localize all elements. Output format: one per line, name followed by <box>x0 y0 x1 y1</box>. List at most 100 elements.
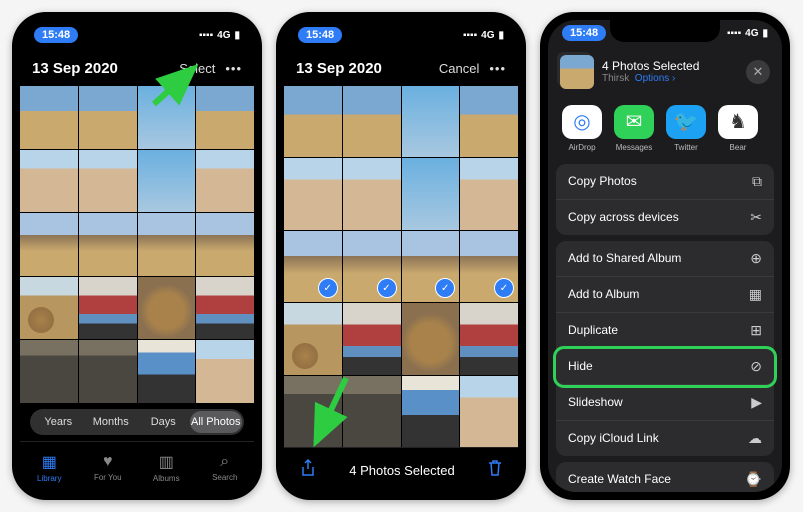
action-label: Add to Shared Album <box>568 251 681 265</box>
action-label: Copy Photos <box>568 174 637 188</box>
segment-days[interactable]: Days <box>137 411 190 433</box>
action-slideshow[interactable]: Slideshow▶ <box>556 385 774 421</box>
network-label: 4G <box>217 30 230 41</box>
photo-thumbnail[interactable] <box>343 158 401 229</box>
photo-thumbnail[interactable] <box>196 277 254 340</box>
photo-thumbnail[interactable] <box>284 158 342 229</box>
photo-thumbnail[interactable] <box>20 213 78 276</box>
segment-years[interactable]: Years <box>32 411 85 433</box>
photo-thumbnail[interactable] <box>20 340 78 403</box>
tab-search[interactable]: ⌕Search <box>196 442 255 492</box>
photo-thumbnail[interactable] <box>79 213 137 276</box>
photo-thumbnail[interactable] <box>196 340 254 403</box>
copy-icon: ⧉ <box>752 173 762 190</box>
photo-thumbnail[interactable] <box>196 213 254 276</box>
share-sheet-header: 4 Photos Selected Thirsk Options › ✕ <box>548 47 782 97</box>
action-group: Copy Photos ⧉ Copy across devices✂ <box>556 164 774 235</box>
tab-albums[interactable]: ▥Albums <box>137 442 196 492</box>
action-label: Slideshow <box>568 395 623 409</box>
photo-thumbnail[interactable] <box>138 340 196 403</box>
photo-thumbnail[interactable] <box>343 303 401 374</box>
share-app-airdrop[interactable]: ◎AirDrop <box>560 105 604 152</box>
action-hide[interactable]: Hide⊘ <box>556 349 774 385</box>
share-apps-row[interactable]: ◎AirDrop ✉Messages 🐦 Twitter ♞Bear <box>548 97 782 164</box>
photo-thumbnail[interactable] <box>343 86 401 157</box>
action-label: Copy across devices <box>568 210 679 224</box>
photo-thumbnail[interactable] <box>402 303 460 374</box>
app-label: Messages <box>616 143 652 152</box>
battery-icon: ▮ <box>762 28 768 39</box>
photo-thumbnail[interactable]: ✓ <box>402 231 460 302</box>
phone-frame-2: 15:48 ▪▪▪▪ 4G ▮ 13 Sep 2020 Cancel ••• ✓… <box>276 12 526 500</box>
tab-for-you[interactable]: ♥For You <box>79 442 138 492</box>
trash-button[interactable] <box>488 460 502 481</box>
tab-library[interactable]: ▦Library <box>20 442 79 492</box>
tab-bar: ▦Library ♥For You ▥Albums ⌕Search <box>20 441 254 492</box>
photo-thumbnail[interactable] <box>138 277 196 340</box>
photo-thumbnail[interactable] <box>79 86 137 149</box>
cancel-button[interactable]: Cancel <box>439 61 479 76</box>
action-duplicate[interactable]: Duplicate⊞ <box>556 313 774 349</box>
photo-thumbnail[interactable] <box>20 150 78 213</box>
albums-icon: ▥ <box>159 452 174 472</box>
selection-check-icon: ✓ <box>494 278 514 298</box>
photo-thumbnail[interactable] <box>284 303 342 374</box>
photo-thumbnail[interactable] <box>79 277 137 340</box>
action-copy-icloud-link[interactable]: Copy iCloud Link☁ <box>556 421 774 456</box>
status-right: ▪▪▪▪ 4G ▮ <box>727 28 768 39</box>
tab-label: Library <box>37 474 61 483</box>
chevron-right-icon: › <box>672 73 675 84</box>
action-label: Hide <box>568 359 593 373</box>
close-button[interactable]: ✕ <box>746 60 770 84</box>
photo-thumbnail[interactable]: ✓ <box>343 231 401 302</box>
signal-icon: ▪▪▪▪ <box>199 30 213 41</box>
network-label: 4G <box>481 30 494 41</box>
photo-thumbnail[interactable] <box>20 86 78 149</box>
photo-thumbnail[interactable] <box>402 86 460 157</box>
segment-months[interactable]: Months <box>85 411 138 433</box>
duplicate-icon: ⊞ <box>750 322 762 339</box>
photo-thumbnail[interactable]: ✓ <box>284 231 342 302</box>
photo-thumbnail[interactable] <box>402 376 460 447</box>
photo-thumbnail[interactable]: ✓ <box>460 231 518 302</box>
selection-thumbnail <box>560 55 594 89</box>
photo-thumbnail[interactable] <box>196 150 254 213</box>
battery-icon: ▮ <box>498 30 504 41</box>
share-button[interactable] <box>300 459 316 482</box>
photo-thumbnail[interactable] <box>402 158 460 229</box>
action-add-album[interactable]: Add to Album▦ <box>556 277 774 313</box>
share-app-messages[interactable]: ✉Messages <box>612 105 656 152</box>
action-copy-across-devices[interactable]: Copy across devices✂ <box>556 200 774 235</box>
segment-all-photos[interactable]: All Photos <box>190 411 243 433</box>
photo-thumbnail[interactable] <box>460 376 518 447</box>
photo-thumbnail[interactable] <box>460 303 518 374</box>
photo-grid[interactable] <box>20 86 254 403</box>
annotation-arrow <box>306 372 356 452</box>
app-label: Twitter <box>674 143 698 152</box>
signal-icon: ▪▪▪▪ <box>463 30 477 41</box>
more-button[interactable]: ••• <box>225 61 242 76</box>
photo-thumbnail[interactable] <box>284 86 342 157</box>
photos-header: 13 Sep 2020 Select ••• <box>20 50 254 86</box>
action-add-shared-album[interactable]: Add to Shared Album⊕ <box>556 241 774 277</box>
photo-thumbnail[interactable] <box>138 213 196 276</box>
app-label: AirDrop <box>568 143 595 152</box>
view-segments[interactable]: Years Months Days All Photos <box>30 409 244 435</box>
photo-thumbnail[interactable] <box>79 150 137 213</box>
watch-icon: ⌚ <box>745 471 762 488</box>
action-copy-photos[interactable]: Copy Photos ⧉ <box>556 164 774 200</box>
battery-icon: ▮ <box>234 30 240 41</box>
photo-thumbnail[interactable] <box>460 158 518 229</box>
photo-thumbnail[interactable] <box>20 277 78 340</box>
photo-thumbnail[interactable] <box>138 150 196 213</box>
photo-thumbnail[interactable] <box>79 340 137 403</box>
twitter-icon: 🐦 <box>666 105 706 139</box>
sheet-title: 4 Photos Selected <box>602 59 738 73</box>
notch <box>610 20 720 42</box>
options-button[interactable]: Options › <box>635 73 676 84</box>
share-app-bear[interactable]: ♞Bear <box>716 105 760 152</box>
action-create-watch-face[interactable]: Create Watch Face⌚ <box>556 462 774 492</box>
photo-thumbnail[interactable] <box>460 86 518 157</box>
share-app-twitter[interactable]: 🐦 Twitter <box>664 105 708 152</box>
more-button[interactable]: ••• <box>489 61 506 76</box>
